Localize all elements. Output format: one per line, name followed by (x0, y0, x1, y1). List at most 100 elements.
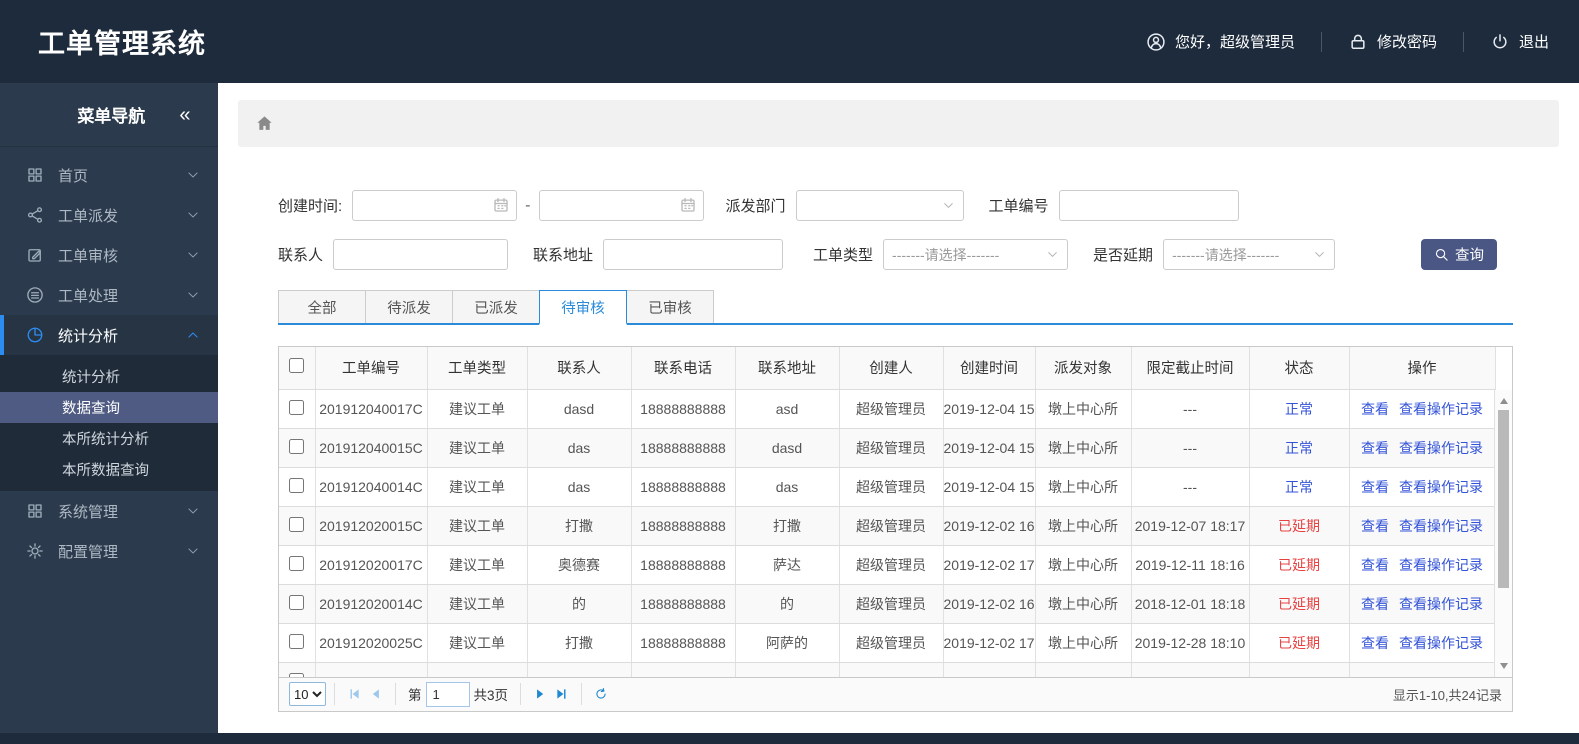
cell-address (735, 662, 840, 677)
app-title: 工单管理系统 (38, 29, 206, 59)
status-badge: 正常 (1249, 428, 1350, 468)
view-link[interactable]: 查看 (1361, 557, 1389, 573)
change-password-label: 修改密码 (1376, 34, 1437, 51)
scrollbar-thumb[interactable] (1498, 410, 1509, 588)
cell-type (427, 662, 528, 677)
cell-contact (527, 662, 632, 677)
view-link[interactable]: 查看 (1361, 518, 1389, 534)
actions-cell: 查看 查看操作记录 (1349, 545, 1496, 585)
sidebar: 菜单导航 « 首页 工单派发 工单审核 工单处理 统计分析 统计分析 数据查询 本所统计分析本… (0, 83, 218, 733)
page-size-select[interactable]: 10 (289, 682, 326, 706)
tab[interactable]: 已审核 (626, 290, 714, 323)
next-page-button[interactable] (529, 683, 551, 705)
row-checkbox[interactable] (289, 399, 305, 415)
scroll-up-arrow[interactable] (1495, 394, 1512, 408)
cell-address: 萨达 (735, 545, 840, 585)
order-type-select[interactable]: -------请选择------- (883, 239, 1069, 270)
pagination-bar: 10 第 共3页 显示1-10,共24记录 (278, 677, 1513, 712)
overdue-label: 是否延期 (1093, 247, 1154, 264)
submenu-item[interactable]: 本所统计分析 (0, 423, 218, 454)
contact-input[interactable] (333, 239, 509, 270)
cell-order-no: 201912040017C (315, 389, 428, 429)
view-link[interactable]: 查看 (1361, 440, 1389, 456)
page-number-input[interactable] (425, 681, 470, 707)
sidebar-item-label: 配置管理 (58, 543, 119, 561)
first-page-button[interactable] (343, 683, 365, 705)
cell-created: 2019-12-04 15 (943, 428, 1036, 468)
view-log-link[interactable]: 查看操作记录 (1399, 596, 1483, 612)
view-log-link[interactable]: 查看操作记录 (1399, 635, 1483, 651)
search-button[interactable]: 查询 (1421, 239, 1497, 270)
contact-label: 联系人 (278, 247, 324, 264)
refresh-button[interactable] (590, 683, 612, 705)
order-type-label: 工单类型 (813, 247, 874, 264)
row-checkbox[interactable] (289, 439, 305, 454)
chevron-down-icon (1313, 248, 1326, 261)
view-log-link[interactable]: 查看操作记录 (1399, 518, 1483, 534)
view-link[interactable]: 查看 (1361, 479, 1389, 495)
tab[interactable]: 已派发 (452, 290, 540, 323)
row-checkbox[interactable] (289, 634, 305, 649)
submenu-item[interactable]: 本所数据查询 (0, 454, 218, 485)
view-link[interactable]: 查看 (1361, 401, 1389, 417)
view-log-link[interactable]: 查看操作记录 (1399, 479, 1483, 495)
view-link[interactable]: 查看 (1361, 596, 1389, 612)
sidebar-collapse-icon[interactable]: « (179, 105, 196, 125)
edit-icon (26, 246, 44, 264)
calendar-icon[interactable] (492, 196, 510, 214)
range-separator: - (525, 196, 531, 214)
home-icon[interactable] (255, 114, 274, 133)
status-tabs: 全部 待派发 已派发 待审核 已审核 (278, 290, 1513, 325)
order-no-input[interactable] (1058, 190, 1239, 221)
row-checkbox-cell (279, 623, 316, 663)
row-checkbox[interactable] (289, 673, 305, 677)
row-checkbox[interactable] (289, 478, 305, 493)
sidebar-item[interactable]: 工单派发 (0, 195, 218, 235)
sidebar-item[interactable]: 配置管理 (0, 531, 218, 571)
row-checkbox[interactable] (289, 595, 305, 610)
sidebar-item-label: 统计分析 (58, 327, 119, 345)
row-checkbox[interactable] (289, 556, 305, 571)
sidebar-item-label: 工单处理 (58, 287, 119, 305)
cell-type: 建议工单 (427, 506, 528, 546)
cell-deadline (1131, 662, 1250, 677)
dispatch-dept-select[interactable] (795, 190, 964, 221)
sidebar-item[interactable]: 统计分析 (0, 315, 218, 355)
cell-address: 的 (735, 584, 840, 624)
row-checkbox[interactable] (289, 517, 305, 532)
sidebar-item[interactable]: 首页 (0, 155, 218, 195)
logout-button[interactable]: 退出 (1490, 31, 1549, 52)
view-log-link[interactable]: 查看操作记录 (1399, 401, 1483, 417)
column-header: 联系地址 (735, 347, 840, 390)
calendar-icon[interactable] (679, 196, 697, 214)
table-row (279, 662, 1496, 677)
app-header: 工单管理系统 您好，超级管理员 修改密码 退出 (0, 0, 1579, 83)
scroll-down-arrow[interactable] (1495, 659, 1512, 673)
tab[interactable]: 全部 (278, 290, 366, 323)
select-all-checkbox[interactable] (289, 358, 305, 374)
prev-page-button[interactable] (365, 683, 387, 705)
column-header: 联系电话 (631, 347, 736, 390)
dispatch-dept-label: 派发部门 (725, 198, 786, 215)
tab[interactable]: 待审核 (539, 290, 627, 325)
sidebar-item[interactable]: 工单处理 (0, 275, 218, 315)
sidebar-item[interactable]: 系统管理 (0, 491, 218, 531)
sidebar-item-label: 工单审核 (58, 247, 119, 265)
cell-type: 建议工单 (427, 623, 528, 663)
submenu-item[interactable]: 数据查询 (0, 392, 218, 423)
change-password-button[interactable]: 修改密码 (1348, 31, 1437, 52)
submenu-item[interactable]: 统计分析 (0, 361, 218, 392)
actions-cell: 查看 查看操作记录 (1349, 506, 1496, 546)
tab[interactable]: 待派发 (365, 290, 453, 323)
sidebar-item[interactable]: 工单审核 (0, 235, 218, 275)
chevron-down-icon (186, 288, 200, 302)
contact-address-input[interactable] (603, 239, 784, 270)
view-log-link[interactable]: 查看操作记录 (1399, 557, 1483, 573)
overdue-select[interactable]: -------请选择------- (1163, 239, 1336, 270)
grid-icon (26, 166, 44, 184)
view-log-link[interactable]: 查看操作记录 (1399, 440, 1483, 456)
cell-contact: dasd (527, 389, 632, 429)
chevron-down-icon (186, 544, 200, 558)
view-link[interactable]: 查看 (1361, 635, 1389, 651)
last-page-button[interactable] (551, 683, 573, 705)
